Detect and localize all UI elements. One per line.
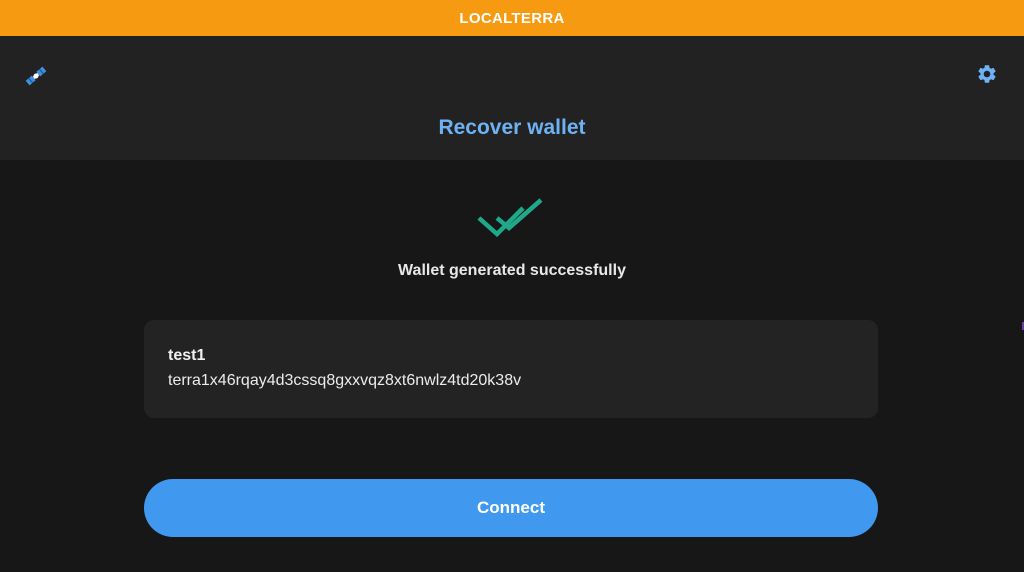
wallet-address: terra1x46rqay4d3cssq8gxxvqz8xt6nwlz4td20… bbox=[168, 372, 522, 389]
network-label: LOCALTERRA bbox=[459, 9, 565, 27]
wallet-name: test1 bbox=[168, 347, 206, 364]
page-title: Recover wallet bbox=[438, 116, 586, 139]
wallet-card: test1 terra1x46rqay4d3cssq8gxxvqz8xt6nwl… bbox=[144, 320, 878, 418]
success-message: Wallet generated successfully bbox=[398, 262, 626, 279]
connect-button[interactable]: Connect bbox=[144, 479, 878, 537]
main-content: Wallet generated successfully test1 terr… bbox=[0, 160, 1024, 572]
network-banner: LOCALTERRA bbox=[0, 0, 1024, 36]
header: Recover wallet bbox=[0, 36, 1024, 160]
satellite-icon[interactable] bbox=[22, 62, 50, 90]
gear-icon[interactable] bbox=[976, 63, 998, 85]
double-check-icon bbox=[475, 198, 547, 242]
